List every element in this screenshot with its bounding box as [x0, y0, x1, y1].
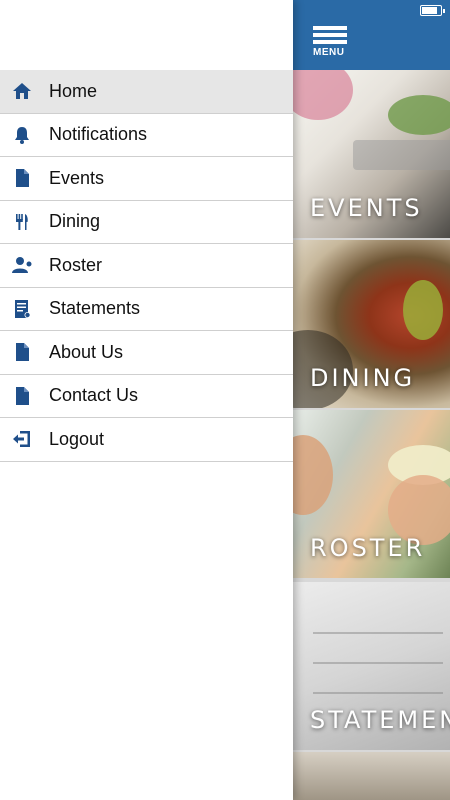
tile-label: EVENTS	[310, 194, 423, 222]
nav-item-about-us[interactable]: About Us	[0, 331, 293, 375]
nav-item-notifications[interactable]: Notifications	[0, 114, 293, 157]
document-icon	[11, 341, 33, 363]
hamburger-icon	[313, 26, 347, 30]
home-icon	[11, 80, 33, 102]
document-icon	[11, 385, 33, 407]
fork-knife-icon	[11, 211, 33, 233]
nav-item-label: Notifications	[49, 124, 148, 145]
nav-item-statements[interactable]: Statements	[0, 288, 293, 331]
nav-item-home[interactable]: Home	[0, 70, 293, 114]
nav-item-label: About Us	[49, 341, 124, 362]
nav-item-logout[interactable]: Logout	[0, 418, 293, 462]
statement-icon	[11, 298, 33, 320]
bell-icon	[11, 124, 33, 146]
nav-item-label: Statements	[49, 298, 141, 319]
tile-label: ROSTER	[310, 534, 426, 562]
nav-item-label: Logout	[49, 428, 105, 449]
tile-statements[interactable]: STATEMEN	[293, 582, 450, 750]
tile-events[interactable]: EVENTS	[293, 70, 450, 238]
nav-item-label: Home	[49, 80, 98, 101]
tile-dining[interactable]: DINING	[293, 240, 450, 408]
main-content: MENU EVENTS DINING ROSTER STATEMEN	[293, 0, 450, 800]
nav-item-events[interactable]: Events	[0, 157, 293, 201]
nav-item-label: Contact Us	[49, 385, 139, 406]
tile-label: DINING	[310, 364, 416, 392]
tile-label: STATEMEN	[310, 706, 450, 734]
nav-list: Home Notifications Events Dining Roster	[0, 70, 293, 462]
battery-icon	[420, 5, 445, 16]
nav-item-dining[interactable]: Dining	[0, 201, 293, 244]
tile-roster[interactable]: ROSTER	[293, 410, 450, 578]
logout-icon	[11, 428, 33, 450]
nav-item-label: Dining	[49, 211, 101, 232]
nav-drawer: Home Notifications Events Dining Roster	[0, 0, 293, 800]
nav-item-contact-us[interactable]: Contact Us	[0, 375, 293, 418]
tile-partial[interactable]	[293, 752, 450, 800]
top-bar: MENU	[293, 0, 450, 70]
nav-item-label: Roster	[49, 254, 103, 275]
nav-item-roster[interactable]: Roster	[0, 244, 293, 288]
menu-label: MENU	[313, 47, 345, 58]
document-icon	[11, 167, 33, 189]
person-icon	[11, 254, 33, 276]
nav-item-label: Events	[49, 167, 105, 188]
menu-button[interactable]: MENU	[313, 26, 349, 66]
